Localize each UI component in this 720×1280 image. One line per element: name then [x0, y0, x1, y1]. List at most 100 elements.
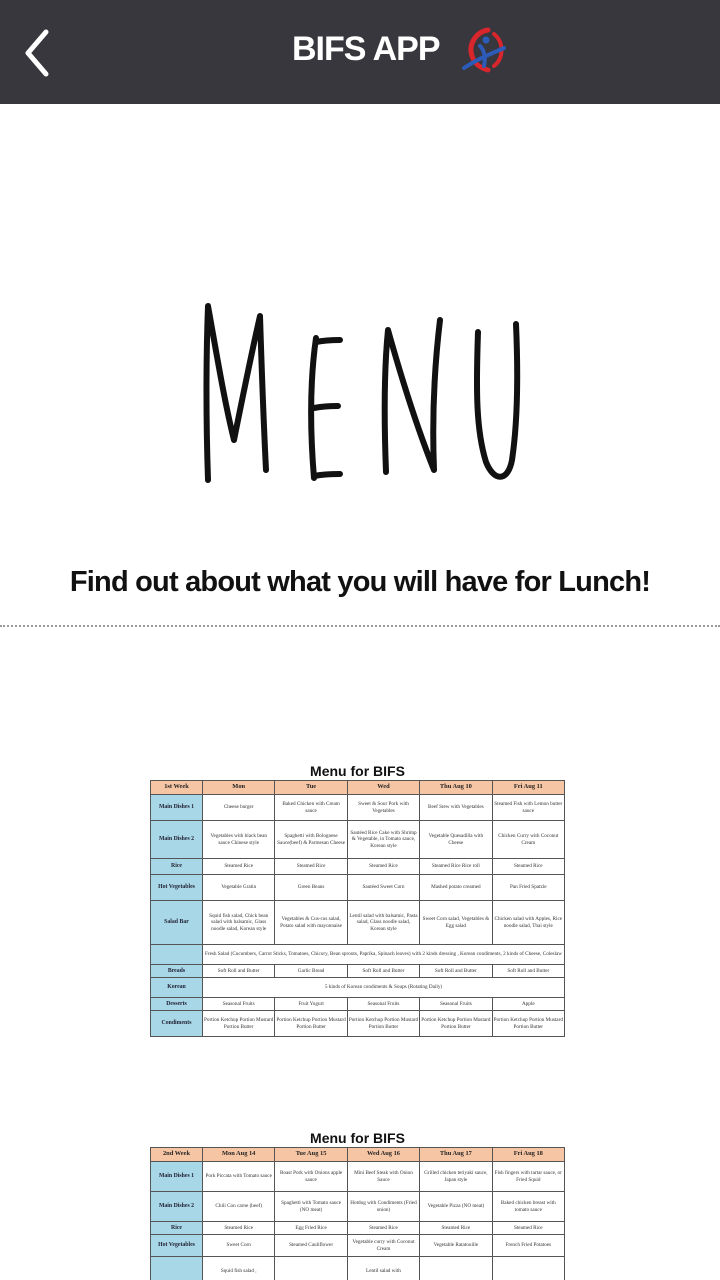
menu-cell: Vegetable curry with Coconut Cream	[346, 1234, 421, 1257]
menu-cell: Seasonal Fruits	[201, 997, 276, 1011]
menu-cell: Spaghetti with Bolognese Sauce(beef) & P…	[274, 820, 348, 859]
row-header: Main Dishes 1	[150, 1161, 203, 1192]
menu-table: 1st Week Mon Tue Wed Thu Aug 10 Fri Aug …	[150, 780, 566, 1037]
menu-cell: Soft Roll and Butter	[419, 964, 493, 978]
menu-cell: Sautéed Rice Cake with Shrimp & Vegetabl…	[346, 820, 421, 859]
menu-cell: Squid fish salad, Chick bean salad with …	[201, 900, 276, 945]
menu-cell: Vegetable Ratatouille	[419, 1234, 493, 1257]
menu-cell: Steamed Rice Rice roll	[419, 858, 493, 875]
menu-cell: Baked Chicken with Cream sauce	[274, 794, 348, 821]
menu-cell: Chicken Curry with Coconut Cream	[491, 820, 566, 859]
menu-cell: Steamed Rice	[274, 858, 348, 875]
menu-header-row: 1st Week Mon Tue Wed Thu Aug 10 Fri Aug …	[150, 780, 566, 795]
menu-hero-lettering	[203, 303, 521, 483]
menu-cell: Soft Roll and Butter	[346, 964, 421, 978]
menu-cell	[419, 1256, 493, 1280]
menu-span-cell: Fresh Salad (Cucumbers, Carrot Sticks, T…	[202, 944, 565, 965]
menu-cell	[274, 1256, 348, 1280]
menu-title: Menu for BIFS	[310, 763, 405, 779]
row-header: Condiments	[150, 1010, 203, 1037]
menu-cell: Sautéed Sweet Corn	[346, 874, 421, 901]
menu-cell: Pork Piccata with Tomato sauce	[201, 1161, 276, 1192]
menu-table: 2nd Week Mon Aug 14 Tue Aug 15 Wed Aug 1…	[150, 1147, 565, 1280]
table-row: Desserts Seasonal Fruits Fruit Yogurt Se…	[150, 997, 566, 1011]
menu-cell: Portion Ketchup Portion Mustard Portion …	[201, 1010, 276, 1037]
menu-image-week-1[interactable]: Menu for BIFS 1st Week Mon Tue Wed Thu A…	[150, 762, 566, 1037]
table-row: Hot Vegetables Vegetable Gratin Green Be…	[150, 874, 566, 901]
lunch-tagline: Find out about what you will have for Lu…	[69, 566, 651, 598]
menu-cell: Mashed potato creamed	[419, 874, 493, 901]
menu-cell: Seasonal Fruits	[419, 997, 493, 1011]
menu-cell: Steamed Rice	[491, 858, 566, 875]
table-row: Fresh Salad (Cucumbers, Carrot Sticks, T…	[150, 944, 565, 965]
app-title: BIFS APP	[292, 30, 441, 68]
row-header: Breads	[150, 964, 203, 978]
table-row: Main Dishes 2 Vegetables with black bean…	[150, 820, 566, 859]
menu-cell: Steamed Rice	[346, 1221, 421, 1235]
row-header: Rice	[150, 858, 203, 875]
menu-cell: Steamed Rice	[491, 1221, 565, 1235]
menu-cell: Chili Con carne (beef)	[201, 1191, 276, 1222]
row-header: Main Dishes 1	[150, 794, 203, 821]
menu-cell: Green Beans	[274, 874, 348, 901]
table-row: Main Dishes 1 Cheese burger Baked Chicke…	[150, 794, 566, 821]
table-row: Main Dishes 2 Chili Con carne (beef) Spa…	[150, 1191, 565, 1222]
menu-cell: Soft Roll and Butter	[491, 964, 566, 978]
menu-cell: Vegetable Pizza (NO meat)	[419, 1191, 493, 1222]
chevron-left-icon[interactable]	[22, 28, 54, 78]
table-row: Rice Steamed Rice Steamed Rice Steamed R…	[150, 858, 566, 875]
row-header: Hot Vegetables	[150, 1234, 203, 1257]
menu-cell: Fish fingers with tartar sauce, or Fried…	[491, 1161, 565, 1192]
menu-cell: Squid fish salad ,	[201, 1256, 276, 1280]
menu-cell: Steamed Rice	[346, 858, 421, 875]
column-header: 2nd Week	[150, 1147, 203, 1162]
menu-cell: Steamed Fish with Lemon butter sauce	[491, 794, 566, 821]
column-header: Tue Aug 15	[274, 1147, 348, 1162]
menu-cell: Steamed Cauliflower	[274, 1234, 348, 1257]
table-row: Breads Soft Roll and Butter Garlic Bread…	[150, 964, 566, 978]
menu-cell: Mini Beef Steak with Onion Sauce	[346, 1161, 421, 1192]
menu-cell: Steamed Rice	[201, 858, 276, 875]
column-header: Fri Aug 18	[491, 1147, 565, 1162]
menu-cell: Seasonal Fruits	[346, 997, 421, 1011]
menu-cell: Baked chicken breast with tomato sauce	[491, 1191, 565, 1222]
table-row: Main Dishes 1 Pork Piccata with Tomato s…	[150, 1161, 565, 1192]
menu-cell: Portion Ketchup Portion Mustard Portion …	[419, 1010, 493, 1037]
row-header	[150, 1256, 203, 1280]
bifs-logo-icon	[462, 27, 506, 73]
row-header: Main Dishes 2	[150, 820, 203, 859]
menu-cell: Vegetable Gratin	[201, 874, 276, 901]
table-row: Salad Bar Squid fish salad, Chick bean s…	[150, 900, 566, 945]
menu-title: Menu for BIFS	[310, 1130, 405, 1146]
menu-cell: Vegetables with black bean sauce Chinese…	[201, 820, 276, 859]
menu-cell: Steamed Rice	[419, 1221, 493, 1235]
menu-image-week-2[interactable]: Menu for BIFS 2nd Week Mon Aug 14 Tue Au…	[150, 1129, 565, 1280]
menu-cell: Garlic Bread	[274, 964, 348, 978]
row-header: Hot Vegetables	[150, 874, 203, 901]
row-header: Rice	[150, 1221, 203, 1235]
menu-cell: Steamed Rice	[201, 1221, 276, 1235]
table-row: Rice Steamed Rice Egg Fried Rice Steamed…	[150, 1221, 565, 1235]
column-header: Thu Aug 10	[419, 780, 493, 795]
column-header: 1st Week	[150, 780, 203, 795]
menu-cell: Sweet & Sour Pork with Vegetables	[346, 794, 421, 821]
menu-cell: Vegetables & Cus-cus salad, Potato salad…	[274, 900, 348, 945]
menu-cell: Chicken salad with Apples, Rice noodle s…	[491, 900, 566, 945]
column-header: Mon	[201, 780, 276, 795]
menu-cell: Portion Ketchup Portion Mustard Portion …	[274, 1010, 348, 1037]
menu-cell: French Fried Potatoes	[491, 1234, 565, 1257]
top-app-bar: BIFS APP	[0, 0, 720, 104]
column-header: Fri Aug 11	[491, 780, 566, 795]
menu-cell: Fruit Yogurt	[274, 997, 348, 1011]
row-header: Desserts	[150, 997, 203, 1011]
menu-cell: Apple	[491, 997, 566, 1011]
menu-cell: Vegetable Quesadilla with Cheese	[419, 820, 493, 859]
menu-cell: Lentil salad with	[346, 1256, 421, 1280]
menu-cell: Sweet Corn	[201, 1234, 276, 1257]
row-header: Main Dishes 2	[150, 1191, 203, 1222]
menu-cell: Portion Ketchup Portion Mustard Portion …	[491, 1010, 566, 1037]
menu-cell: Roast Pork with Onions apple sauce	[274, 1161, 348, 1192]
menu-cell	[491, 1256, 565, 1280]
menu-header-row: 2nd Week Mon Aug 14 Tue Aug 15 Wed Aug 1…	[150, 1147, 565, 1162]
column-header: Mon Aug 14	[201, 1147, 276, 1162]
